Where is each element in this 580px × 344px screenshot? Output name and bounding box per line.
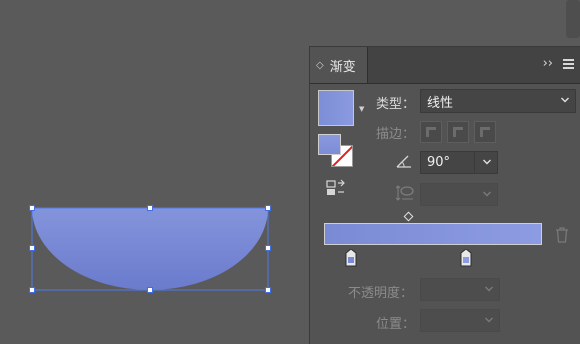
angle-dropdown-button[interactable] [474, 152, 497, 173]
gradient-panel: ◇ 渐变 ›› ▼ 类型： 线性 描边： 90° 不透明度： 位置： [309, 46, 580, 344]
thumbnail-dropdown-icon[interactable]: ▼ [359, 105, 364, 113]
color-stop-left[interactable] [345, 249, 357, 267]
stroke-within-button[interactable] [420, 121, 442, 143]
type-select[interactable]: 线性 [420, 89, 576, 113]
chevron-down-icon [483, 191, 491, 196]
stroke-label: 描边： [376, 127, 416, 142]
color-stop-right[interactable] [460, 249, 472, 267]
chevron-down-icon [561, 97, 569, 103]
gradient-slider[interactable] [324, 223, 542, 245]
gradient-midpoint-marker[interactable] [403, 211, 414, 222]
chevron-down-icon [485, 286, 493, 291]
type-label: 类型： [376, 97, 416, 112]
reverse-gradient-icon[interactable] [326, 179, 346, 197]
opacity-input[interactable] [420, 278, 500, 301]
panel-menu-icon[interactable] [563, 58, 574, 69]
tab-collapse-icon[interactable]: ◇ [316, 60, 324, 71]
stroke-along-button[interactable] [447, 121, 469, 143]
angle-input[interactable]: 90° [420, 151, 498, 174]
angle-icon [396, 155, 411, 168]
panel-tab-bar: ◇ 渐变 ›› [310, 47, 580, 84]
aspect-ratio-input[interactable] [420, 183, 498, 206]
aspect-ratio-icon [396, 185, 414, 201]
stroke-across-button[interactable] [474, 121, 496, 143]
gradient-thumbnail[interactable] [318, 90, 354, 126]
tab-gradient[interactable]: ◇ 渐变 [310, 47, 368, 83]
chevron-down-icon [485, 317, 493, 322]
tab-gradient-label: 渐变 [329, 59, 356, 75]
scrollbar-stub[interactable] [566, 0, 580, 38]
half-ellipse-shape[interactable] [32, 208, 268, 290]
opacity-label: 不透明度： [348, 286, 414, 301]
position-label: 位置： [376, 317, 416, 332]
fill-swatch[interactable] [318, 134, 341, 155]
type-select-value: 线性 [427, 95, 454, 111]
position-input[interactable] [420, 309, 500, 332]
delete-stop-icon[interactable] [555, 227, 569, 243]
chevron-down-icon [483, 159, 491, 164]
expand-panel-icon[interactable]: ›› [543, 56, 553, 71]
angle-value: 90° [427, 155, 451, 170]
